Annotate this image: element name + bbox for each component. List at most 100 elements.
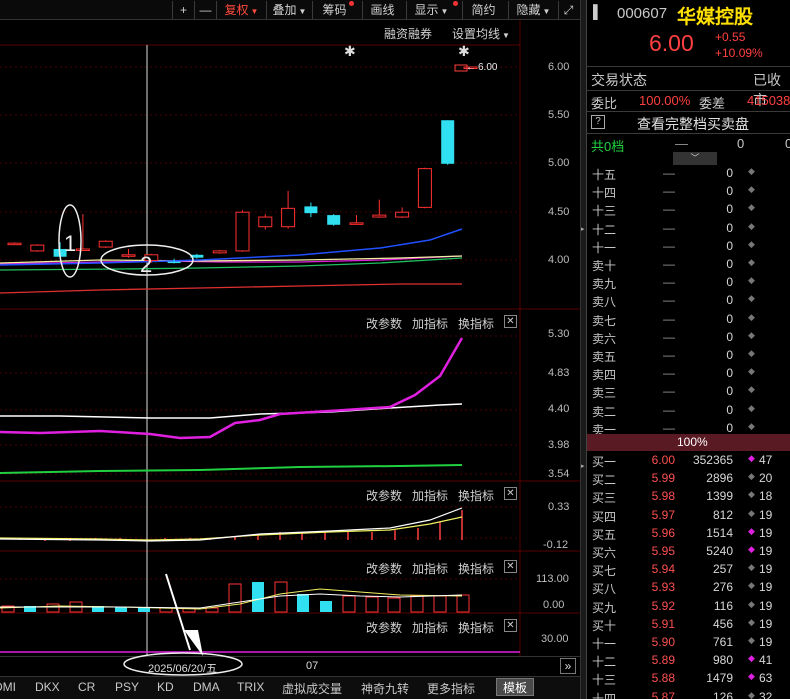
simple-mode-button[interactable]: 简约 <box>462 1 504 19</box>
bid-row[interactable]: 买二 5.99 2896 ◆ 20 <box>587 471 790 489</box>
add-indicator-button[interactable]: 加指标 <box>412 487 448 504</box>
expand-icon[interactable]: ⤢ <box>558 1 578 19</box>
add-indicator-button[interactable]: 加指标 <box>412 619 448 636</box>
candle-body[interactable] <box>372 214 387 218</box>
overlay-dropdown[interactable]: 叠加 ▼ <box>266 1 312 19</box>
bid-row[interactable]: 十二 5.89 980 ◆ 41 <box>587 653 790 671</box>
chevron-down-icon: ▼ <box>298 7 307 16</box>
tab-trix[interactable]: TRIX <box>237 680 264 694</box>
ask-row[interactable]: 卖八 — 0 ◆ <box>587 293 790 311</box>
candle-body[interactable] <box>395 211 410 218</box>
tab-dmi[interactable]: DMI <box>0 680 16 694</box>
add-indicator-button[interactable]: 加指标 <box>412 560 448 577</box>
close-icon[interactable]: ✕ <box>504 560 517 573</box>
tab-magic-nine[interactable]: 神奇九转 <box>361 680 409 697</box>
candle-body[interactable] <box>7 242 22 246</box>
bid-row[interactable]: 十三 5.88 1479 ◆ 63 <box>587 671 790 689</box>
ma-setting-button[interactable]: 设置均线 ▼ <box>452 25 510 42</box>
ask-price: — <box>663 384 675 399</box>
candle-body[interactable] <box>30 244 45 252</box>
tab-template[interactable]: 模板 <box>496 678 535 696</box>
switch-indicator-button[interactable]: 换指标 <box>458 315 494 332</box>
ask-row[interactable]: 卖五 — 0 ◆ <box>587 348 790 366</box>
tab-kd[interactable]: KD <box>157 680 174 694</box>
switch-indicator-button[interactable]: 换指标 <box>458 619 494 636</box>
chevron-right-icon[interactable]: ▸ <box>581 462 585 470</box>
zoom-out-button[interactable]: — <box>194 1 216 19</box>
full-orderbook-link[interactable]: 查看完整档买卖盘 <box>637 114 749 134</box>
tab-dkx[interactable]: DKX <box>35 680 60 694</box>
candle-body[interactable] <box>349 222 364 225</box>
candle-body[interactable] <box>281 207 296 228</box>
scroll-right-icon[interactable]: » <box>560 658 576 674</box>
chevron-right-icon[interactable]: ▸ <box>581 225 585 233</box>
display-dropdown[interactable]: 显示 ▼ <box>406 1 456 19</box>
kline-chart[interactable]: 1 2 ✱ ✱ ← 6.00 <box>0 20 580 310</box>
add-indicator-button[interactable]: 加指标 <box>412 315 448 332</box>
ask-row[interactable]: 卖十 — 0 ◆ <box>587 257 790 275</box>
candle-body[interactable] <box>441 120 455 164</box>
close-icon[interactable]: ✕ <box>504 315 517 328</box>
bid-row[interactable]: 买十 5.91 456 ◆ 19 <box>587 617 790 635</box>
candle-body[interactable] <box>75 248 90 251</box>
bid-row[interactable]: 买六 5.95 5240 ◆ 19 <box>587 544 790 562</box>
tab-more-indicators[interactable]: 更多指标 <box>427 680 475 697</box>
help-icon[interactable]: ? <box>591 115 605 129</box>
candle-body[interactable] <box>235 211 250 252</box>
bid-row[interactable]: 买四 5.97 812 ◆ 19 <box>587 508 790 526</box>
ask-row[interactable]: 卖二 — 0 ◆ <box>587 403 790 421</box>
margin-trading-button[interactable]: 融资融券 <box>384 25 432 42</box>
ask-level-label: 卖三 <box>592 386 617 401</box>
ask-row[interactable]: 十二 — 0 ◆ <box>587 221 790 239</box>
ask-row[interactable]: 卖九 — 0 ◆ <box>587 275 790 293</box>
candle-body[interactable] <box>417 168 432 208</box>
candle-body[interactable] <box>327 215 341 225</box>
status-label: 交易状态 <box>591 72 647 88</box>
switch-indicator-button[interactable]: 换指标 <box>458 560 494 577</box>
ask-row[interactable]: 卖七 — 0 ◆ <box>587 312 790 330</box>
edit-params-button[interactable]: 改参数 <box>366 487 402 504</box>
ask-row[interactable]: 卖三 — 0 ◆ <box>587 384 790 402</box>
candle-body[interactable] <box>258 216 273 228</box>
draw-line-button[interactable]: 画线 <box>362 1 402 19</box>
tab-virtual-volume[interactable]: 虚拟成交量 <box>282 680 342 697</box>
y-tick: 5.30 <box>548 328 570 340</box>
edit-params-button[interactable]: 改参数 <box>366 315 402 332</box>
bid-row[interactable]: 买五 5.96 1514 ◆ 19 <box>587 526 790 544</box>
tab-dma[interactable]: DMA <box>193 680 220 694</box>
bid-row[interactable]: 买一 6.00 352365 ◆ 47 <box>587 453 790 471</box>
close-icon[interactable]: ✕ <box>504 619 517 632</box>
switch-indicator-button[interactable]: 换指标 <box>458 487 494 504</box>
ask-row[interactable]: 卖六 — 0 ◆ <box>587 330 790 348</box>
bid-row[interactable]: 十四 5.87 126 ◆ 32 <box>587 690 790 699</box>
fuquan-dropdown[interactable]: 复权 ▼ <box>216 1 266 19</box>
ask-row[interactable]: 十一 — 0 ◆ <box>587 239 790 257</box>
back-icon[interactable]: ▌ <box>593 4 602 19</box>
ask-row[interactable]: 十五 — 0 ◆ <box>587 166 790 184</box>
ask-row[interactable]: 十三 — 0 ◆ <box>587 202 790 220</box>
bid-row[interactable]: 买三 5.98 1399 ◆ 18 <box>587 489 790 507</box>
ask-row[interactable]: 十四 — 0 ◆ <box>587 184 790 202</box>
y-tick: 0.33 <box>548 501 570 513</box>
zoom-in-button[interactable]: + <box>172 1 194 19</box>
collapse-chevron-icon[interactable]: ﹀ <box>673 152 717 165</box>
candle-body[interactable] <box>212 250 227 254</box>
edit-params-button[interactable]: 改参数 <box>366 619 402 636</box>
tab-cr[interactable]: CR <box>78 680 95 694</box>
tab-psy[interactable]: PSY <box>115 680 139 694</box>
notification-dot-icon <box>453 1 458 6</box>
indicator-panel-2[interactable] <box>0 310 580 482</box>
bid-row[interactable]: 十一 5.90 761 ◆ 19 <box>587 635 790 653</box>
edit-params-button[interactable]: 改参数 <box>366 560 402 577</box>
hide-dropdown[interactable]: 隐藏 ▼ <box>508 1 558 19</box>
bid-volume: 456 <box>712 616 733 631</box>
candle-body[interactable] <box>121 254 136 257</box>
candle-body[interactable] <box>167 261 181 264</box>
candle-body[interactable] <box>304 206 318 214</box>
ask-row[interactable]: 卖四 — 0 ◆ <box>587 366 790 384</box>
close-icon[interactable]: ✕ <box>504 487 517 500</box>
candle-body[interactable] <box>98 240 113 248</box>
bid-row[interactable]: 买九 5.92 116 ◆ 19 <box>587 599 790 617</box>
bid-row[interactable]: 买八 5.93 276 ◆ 19 <box>587 580 790 598</box>
bid-row[interactable]: 买七 5.94 257 ◆ 19 <box>587 562 790 580</box>
